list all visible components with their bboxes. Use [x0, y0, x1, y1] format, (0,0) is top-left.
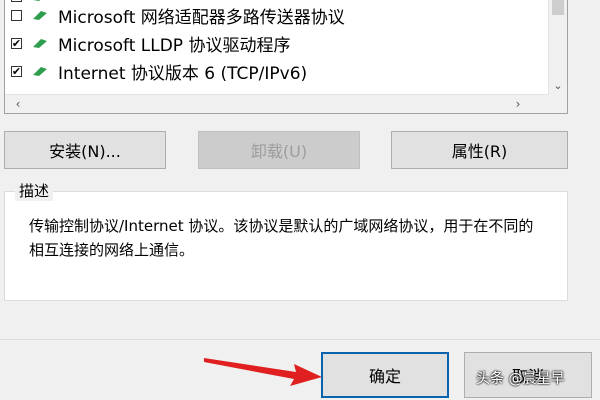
scrollbar-thumb[interactable] [552, 0, 564, 15]
chevron-right-icon[interactable]: › [509, 95, 527, 113]
scroll-corner [549, 95, 567, 113]
ok-button[interactable]: 确定 [321, 352, 449, 398]
properties-button[interactable]: 属性(R) [391, 131, 568, 169]
checkbox[interactable] [11, 9, 22, 21]
list-item[interactable]: Microsoft 网络适配器多路传送器协议 [11, 2, 345, 28]
chevron-left-icon[interactable]: ‹ [9, 95, 27, 113]
divider [0, 339, 600, 340]
list-item[interactable]: Microsoft LLDP 协议驱动程序 [11, 30, 290, 56]
list-item-label: Internet 协议版本 6 (TCP/IPv6) [58, 63, 308, 84]
list-item[interactable]: Internet 协议版本 6 (TCP/IPv6) [11, 58, 307, 84]
horizontal-scrollbar[interactable]: ‹ › [5, 94, 549, 113]
checkbox[interactable] [11, 37, 22, 49]
protocol-rows: Microsoft 网络适配器多路传送器协议 Microsoft LLDP 协议… [5, 0, 549, 95]
install-button[interactable]: 安装(N)... [4, 131, 166, 169]
list-item-label: Microsoft LLDP 协议驱动程序 [58, 35, 291, 56]
network-protocol-icon [33, 67, 47, 76]
uninstall-button[interactable]: 卸载(U) [198, 131, 360, 169]
arrow-annotation-icon [204, 358, 322, 386]
description-title: 描述 [15, 180, 54, 201]
list-item-label: Microsoft 网络适配器多路传送器协议 [58, 7, 345, 28]
description-group: 描述 传输控制协议/Internet 协议。该协议是默认的广域网络协议，用于在不… [4, 180, 568, 301]
checkbox[interactable] [11, 65, 22, 77]
description-text: 传输控制协议/Internet 协议。该协议是默认的广域网络协议，用于在不同的相… [29, 217, 534, 259]
network-protocol-icon [33, 39, 47, 48]
chevron-down-icon[interactable]: ⌄ [549, 77, 567, 95]
watermark: 头条 @晨星早 [476, 371, 565, 387]
network-protocol-icon [33, 11, 47, 20]
protocol-list[interactable]: Microsoft 网络适配器多路传送器协议 Microsoft LLDP 协议… [4, 0, 568, 114]
vertical-scrollbar[interactable]: ⌄ [548, 0, 567, 95]
